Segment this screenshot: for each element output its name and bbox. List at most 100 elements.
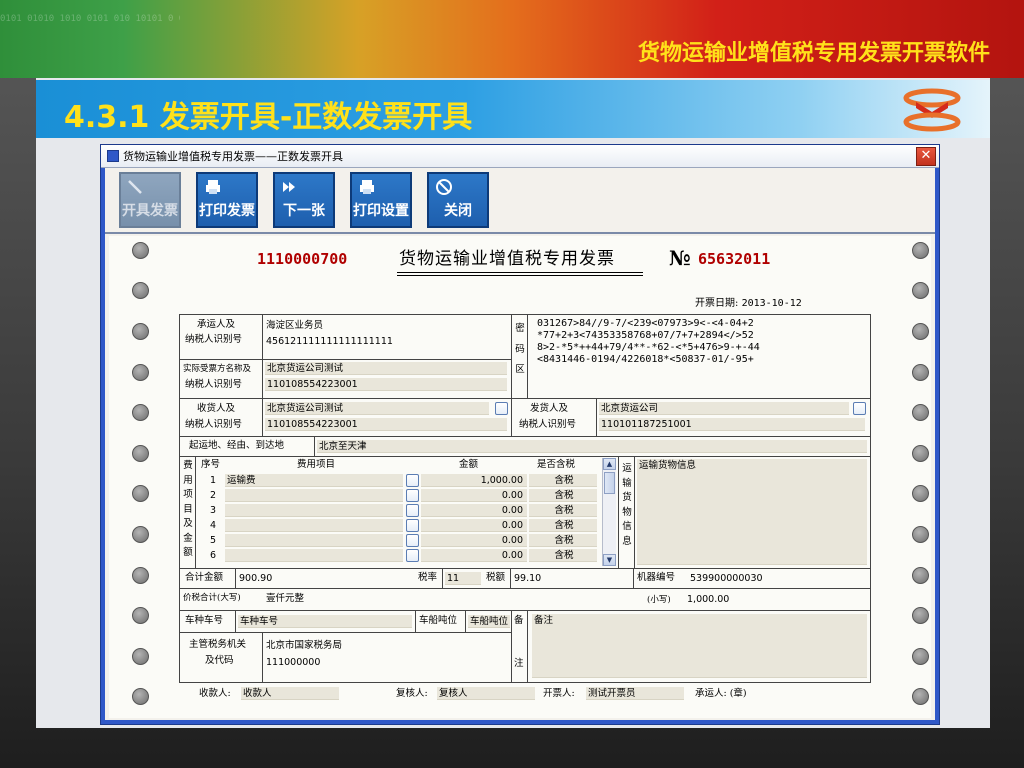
close-window-button[interactable]: ✕ xyxy=(916,147,936,166)
feed-hole xyxy=(132,485,149,502)
sum-words-label: 价税合计(大写) xyxy=(183,593,241,603)
row-divider xyxy=(179,632,511,633)
feed-hole xyxy=(132,445,149,462)
fee-taxincl-field[interactable]: 含税 xyxy=(529,549,597,562)
tonnage-label: 车船吨位 xyxy=(419,615,458,626)
col-divider xyxy=(442,568,443,588)
drawer-label: 开票人: xyxy=(543,688,575,699)
consignor-taxid-field[interactable]: 110101187251001 xyxy=(599,418,865,431)
carrier-name[interactable]: 海淀区业务员 xyxy=(266,319,323,332)
fee-item-field[interactable] xyxy=(225,504,403,517)
cipher-line: 031267>84//9-7/<239<07973>9<-<4-04+2 xyxy=(537,318,754,329)
print-invoice-button[interactable]: 打印发票 xyxy=(196,172,258,228)
cipher-area-label: 密 码 区 xyxy=(514,322,526,378)
consignee-name-field[interactable]: 北京货运公司测试 xyxy=(265,402,489,415)
col-divider xyxy=(235,568,236,588)
cancel-icon xyxy=(436,179,452,195)
vehicle-plate-label: 车种车号 xyxy=(185,615,224,626)
col-divider xyxy=(527,610,528,682)
consignee-taxid-field[interactable]: 110108554223001 xyxy=(265,418,507,431)
close-button[interactable]: 关闭 xyxy=(427,172,489,228)
tax-rate-field[interactable]: 11 xyxy=(445,572,481,585)
fee-amount-field[interactable]: 0.00 xyxy=(421,504,527,517)
goods-side-label: 运 输 货 物 信 息 xyxy=(621,462,633,549)
dialog-title: 货物运输业增值税专用发票——正数发票开具 xyxy=(123,150,343,163)
fee-item-picker[interactable] xyxy=(406,504,419,517)
payee-label: 收款人: xyxy=(199,688,231,699)
issue-date-value: 2013-10-12 xyxy=(741,298,802,309)
fee-item-picker[interactable] xyxy=(406,519,419,532)
carrier-tax-id[interactable]: 456121111111111111111 xyxy=(266,335,393,348)
goods-label-char: 信 xyxy=(622,521,632,532)
invoice-number: 65632011 xyxy=(698,250,771,268)
printer-icon xyxy=(360,180,374,194)
fee-item-field[interactable]: 运输费 xyxy=(225,474,403,487)
issue-invoice-button[interactable]: 开具发票 xyxy=(119,172,181,228)
fee-item-field[interactable] xyxy=(225,549,403,562)
route-field[interactable]: 北京至天津 xyxy=(317,440,867,453)
remark-label-bottom: 注 xyxy=(514,658,524,669)
fee-taxincl-field[interactable]: 含税 xyxy=(529,474,597,487)
fee-item-field[interactable] xyxy=(225,519,403,532)
print-settings-button[interactable]: 打印设置 xyxy=(350,172,412,228)
col-divider xyxy=(618,456,619,568)
decorative-binary-digits: 0101 01010 1010 0101 010 10101 0 010 1 0… xyxy=(0,14,180,24)
fee-amount-field[interactable]: 0.00 xyxy=(421,519,527,532)
col-divider xyxy=(511,398,512,436)
col-divider xyxy=(235,610,236,632)
row-divider xyxy=(179,568,871,569)
fees-header-item: 费用项目 xyxy=(297,459,336,470)
sum-words-value: 壹仟元整 xyxy=(266,593,305,604)
fee-amount-field[interactable]: 0.00 xyxy=(421,549,527,562)
fee-item-picker[interactable] xyxy=(406,489,419,502)
fee-item-field[interactable] xyxy=(225,489,403,502)
fast-forward-icon xyxy=(283,182,295,192)
fee-item-picker[interactable] xyxy=(406,474,419,487)
fee-amount-field[interactable]: 0.00 xyxy=(421,534,527,547)
fees-header-taxincl: 是否含税 xyxy=(537,459,576,470)
fee-taxincl-field[interactable]: 含税 xyxy=(529,504,597,517)
feed-hole xyxy=(912,485,929,502)
col-divider xyxy=(195,456,196,568)
fee-row-seq: 2 xyxy=(210,490,217,501)
feed-hole xyxy=(912,282,929,299)
fee-taxincl-field[interactable]: 含税 xyxy=(529,519,597,532)
scroll-thumb[interactable] xyxy=(604,472,615,494)
scroll-down-arrow-icon[interactable]: ▼ xyxy=(603,554,616,566)
fees-label-char: 及 xyxy=(183,518,193,529)
consignor-name-field[interactable]: 北京货运公司 xyxy=(599,402,849,415)
fees-label-char: 目 xyxy=(183,503,193,515)
fee-item-picker[interactable] xyxy=(406,534,419,547)
sum-small-label: (小写) xyxy=(647,595,671,605)
close-label: 关闭 xyxy=(444,203,472,219)
issue-invoice-label: 开具发票 xyxy=(122,203,178,219)
consignor-checkbox[interactable] xyxy=(853,402,866,415)
issue-date-label: 开票日期: xyxy=(695,298,739,309)
fee-amount-field[interactable]: 1,000.00 xyxy=(421,474,527,487)
reviewer-field[interactable]: 复核人 xyxy=(437,687,535,700)
dialog-titlebar: 货物运输业增值税专用发票——正数发票开具 ✕ xyxy=(101,145,939,168)
fees-scrollbar[interactable]: ▲ ▼ xyxy=(602,458,616,566)
table-border xyxy=(179,314,871,315)
pen-icon xyxy=(128,180,142,194)
goods-info-field[interactable]: 运输货物信息 xyxy=(637,459,867,565)
goods-label-char: 运 xyxy=(622,463,632,474)
recipient-name-field[interactable]: 北京货运公司测试 xyxy=(265,362,507,375)
next-invoice-button[interactable]: 下一张 xyxy=(273,172,335,228)
feed-hole xyxy=(132,323,149,340)
fee-item-field[interactable] xyxy=(225,534,403,547)
drawer-field[interactable]: 测试开票员 xyxy=(586,687,684,700)
fee-taxincl-field[interactable]: 含税 xyxy=(529,489,597,502)
tonnage-field[interactable]: 车船吨位 xyxy=(468,615,510,628)
fee-taxincl-field[interactable]: 含税 xyxy=(529,534,597,547)
vehicle-plate-field[interactable]: 车种车号 xyxy=(238,615,412,628)
goods-label-char: 息 xyxy=(622,535,632,547)
payee-field[interactable]: 收款人 xyxy=(241,687,339,700)
fee-item-picker[interactable] xyxy=(406,549,419,562)
fee-amount-field[interactable]: 0.00 xyxy=(421,489,527,502)
recipient-taxid-field[interactable]: 110108554223001 xyxy=(265,378,507,391)
consignee-checkbox[interactable] xyxy=(495,402,508,415)
goods-label-char: 物 xyxy=(622,506,632,518)
remark-field[interactable]: 备注 xyxy=(532,614,867,678)
scroll-up-arrow-icon[interactable]: ▲ xyxy=(603,458,616,470)
